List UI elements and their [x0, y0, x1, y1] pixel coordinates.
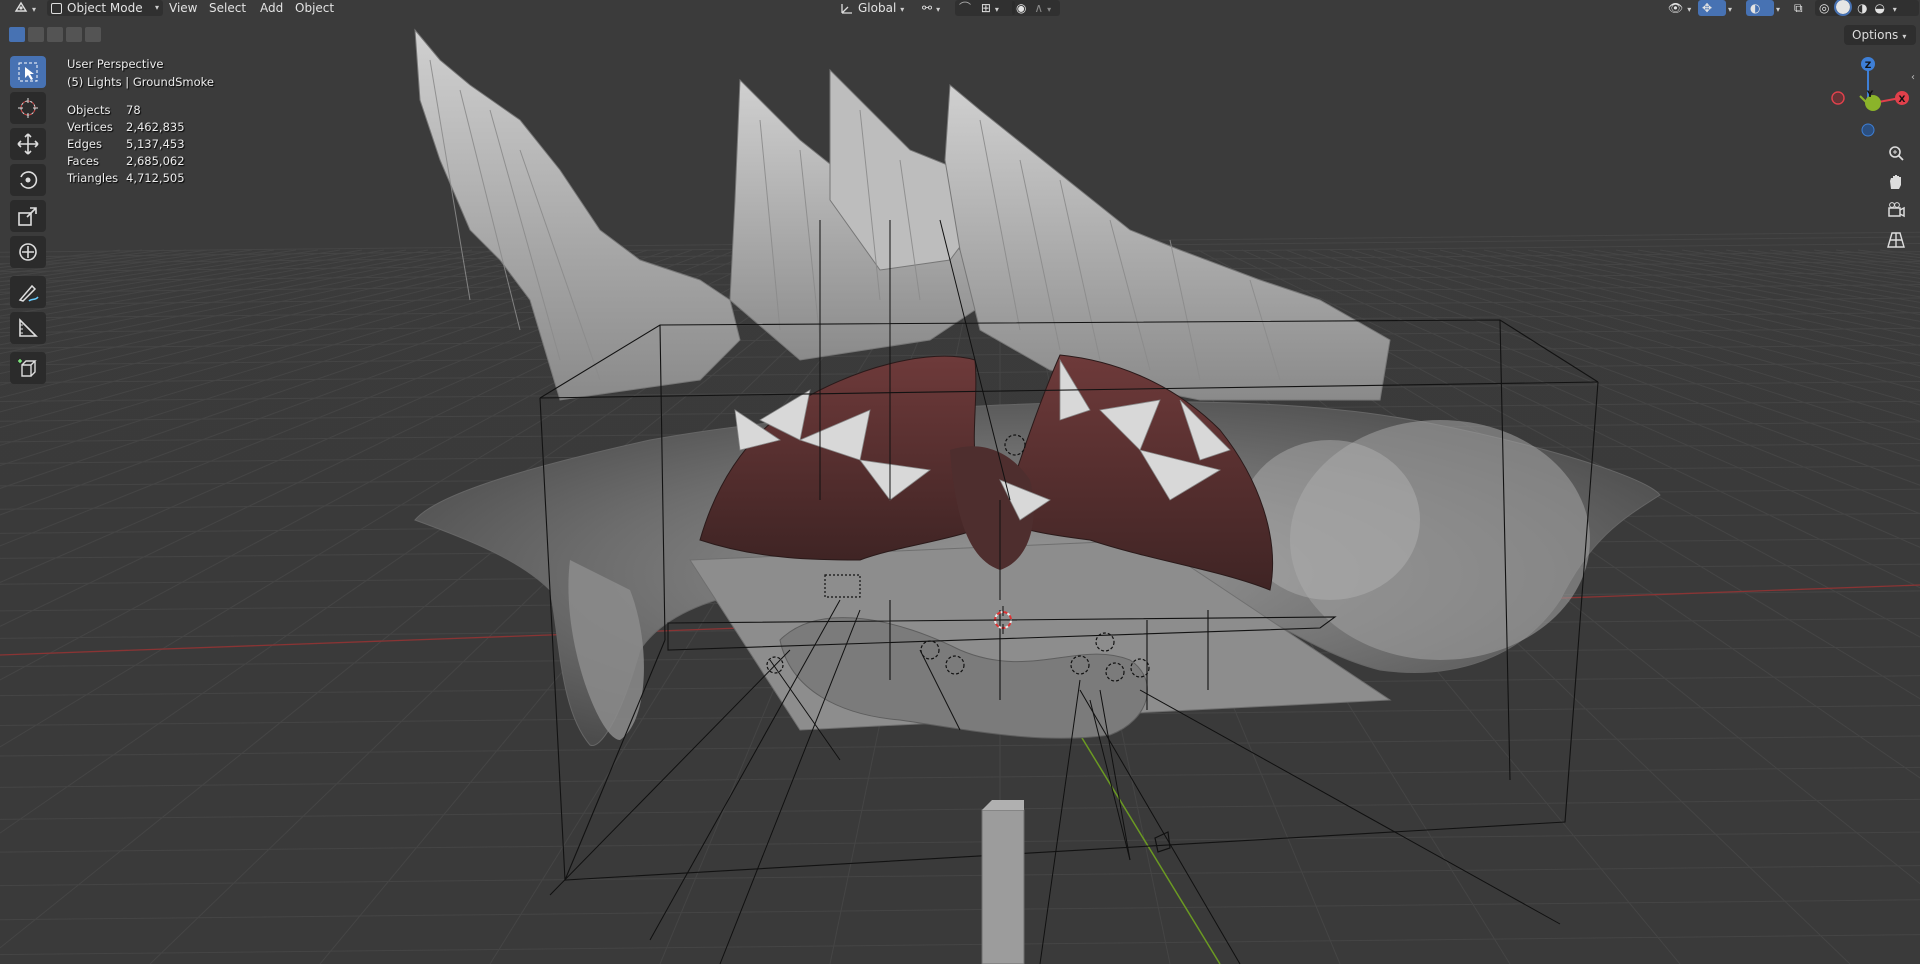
overlays-dropdown[interactable]: ▾	[1768, 0, 1784, 16]
transform-orientation-dropdown[interactable]: Global ▾	[836, 0, 908, 16]
eye-icon: 👁	[1668, 1, 1684, 15]
xray-icon: ⧉	[1794, 1, 1803, 15]
stat-value-vertices: 2,462,835	[126, 120, 185, 134]
gizmo-neg-z-handle	[1861, 123, 1875, 137]
select-box-icon	[18, 62, 38, 82]
3d-viewport[interactable]: ▾ Object Mode ▾ View Select Add Object Gl…	[0, 0, 1920, 964]
transform-tool[interactable]	[10, 236, 46, 268]
camera-icon	[1888, 202, 1905, 218]
camera-view-button[interactable]	[1883, 198, 1909, 224]
select-box-tool[interactable]	[10, 56, 46, 88]
move-icon	[17, 133, 39, 155]
orientation-icon	[840, 1, 854, 18]
stat-value-edges: 5,137,453	[126, 137, 185, 151]
move-tool[interactable]	[10, 128, 46, 160]
options-label: Options	[1852, 28, 1899, 42]
solid-shading-icon[interactable]	[1834, 0, 1853, 16]
select-intersect-icon[interactable]	[85, 27, 101, 42]
measure-tool[interactable]	[10, 312, 46, 344]
hand-icon	[1890, 175, 1901, 189]
stat-label-triangles: Triangles	[67, 171, 119, 185]
scale-tool[interactable]	[10, 200, 46, 232]
select-new-icon[interactable]	[9, 27, 25, 42]
perspective-toggle-button[interactable]	[1883, 227, 1909, 253]
stat-label-faces: Faces	[67, 154, 99, 168]
stat-label-objects: Objects	[67, 103, 111, 117]
zoom-icon	[1889, 146, 1904, 161]
mode-dropdown[interactable]: Object Mode ▾	[47, 0, 163, 16]
add-cube-icon	[18, 359, 37, 377]
rotate-tool[interactable]	[10, 164, 46, 196]
snap-toggle[interactable]: ⌒ ⊞ ▾	[955, 0, 1015, 16]
falloff-icon: ∧	[1034, 1, 1044, 15]
view-name: User Perspective	[67, 57, 164, 71]
snap-increment-icon: ⊞	[980, 1, 991, 15]
snap-icon: ⌒	[959, 1, 972, 15]
cursor-tool[interactable]	[10, 92, 46, 124]
visibility-dropdown[interactable]: 👁 ▾	[1664, 0, 1695, 16]
select-subtract-icon[interactable]	[47, 27, 63, 42]
shading-mode-group: ◎ ◑ ◒ ▾	[1815, 0, 1919, 16]
stat-label-vertices: Vertices	[67, 120, 113, 134]
stat-value-objects: 78	[126, 103, 141, 117]
transform-icon	[19, 243, 37, 261]
pillar-mesh	[981, 809, 1025, 964]
object-mode-icon	[51, 3, 62, 14]
menu-view[interactable]: View	[165, 0, 201, 16]
pivot-point-dropdown[interactable]: ⚯ ▾	[918, 0, 944, 16]
cursor-icon	[18, 98, 38, 118]
navigation-gizmo[interactable]: Z X Y	[1828, 55, 1920, 141]
gizmo-y-label: Y	[1866, 90, 1874, 100]
stat-value-triangles: 4,712,505	[126, 171, 185, 185]
scene-canvas[interactable]	[0, 0, 1920, 964]
annotate-icon	[18, 284, 39, 302]
menu-object[interactable]: Object	[291, 0, 338, 16]
overlays-icon: ◐	[1750, 1, 1761, 15]
menu-add[interactable]: Add	[256, 0, 287, 16]
gizmo-dropdown[interactable]: ▾	[1720, 0, 1736, 16]
rotate-icon	[20, 171, 38, 189]
rendered-shading-icon[interactable]: ◒	[1874, 1, 1884, 15]
link-icon: ⚯	[922, 1, 933, 15]
stat-label-edges: Edges	[67, 137, 102, 151]
collection-info: (5) Lights | GroundSmoke	[67, 75, 214, 89]
mode-label: Object Mode	[67, 1, 143, 15]
pan-view-button[interactable]	[1883, 169, 1909, 195]
scale-icon	[18, 207, 37, 226]
proportional-edit-toggle[interactable]: ◉ ∧ ▾	[1012, 0, 1060, 16]
editor-type-icon	[14, 1, 28, 13]
wireframe-shading-icon[interactable]: ◎	[1819, 1, 1829, 15]
zoom-view-button[interactable]	[1883, 140, 1909, 166]
editor-type-button[interactable]: ▾	[10, 0, 40, 16]
viewport-header: ▾ Object Mode ▾ View Select Add Object Gl…	[0, 0, 1920, 16]
proportional-edit-icon: ◉	[1016, 1, 1027, 15]
select-invert-icon[interactable]	[66, 27, 82, 42]
annotate-tool[interactable]	[10, 276, 46, 308]
gizmo-x-label: X	[1899, 95, 1906, 105]
gizmo-z-label: Z	[1865, 61, 1872, 71]
xray-toggle[interactable]: ⧉	[1790, 0, 1807, 16]
orientation-label: Global	[858, 1, 897, 15]
grid-perspective-icon	[1887, 232, 1905, 248]
menu-select[interactable]: Select	[205, 0, 250, 16]
add-cube-tool[interactable]	[10, 352, 46, 384]
material-shading-icon[interactable]: ◑	[1857, 1, 1867, 15]
gizmo-icon: ✥	[1702, 1, 1713, 15]
stat-value-faces: 2,685,062	[126, 154, 185, 168]
options-dropdown[interactable]: Options ▾	[1844, 25, 1916, 45]
select-extend-icon[interactable]	[28, 27, 44, 42]
measure-icon	[19, 318, 38, 337]
